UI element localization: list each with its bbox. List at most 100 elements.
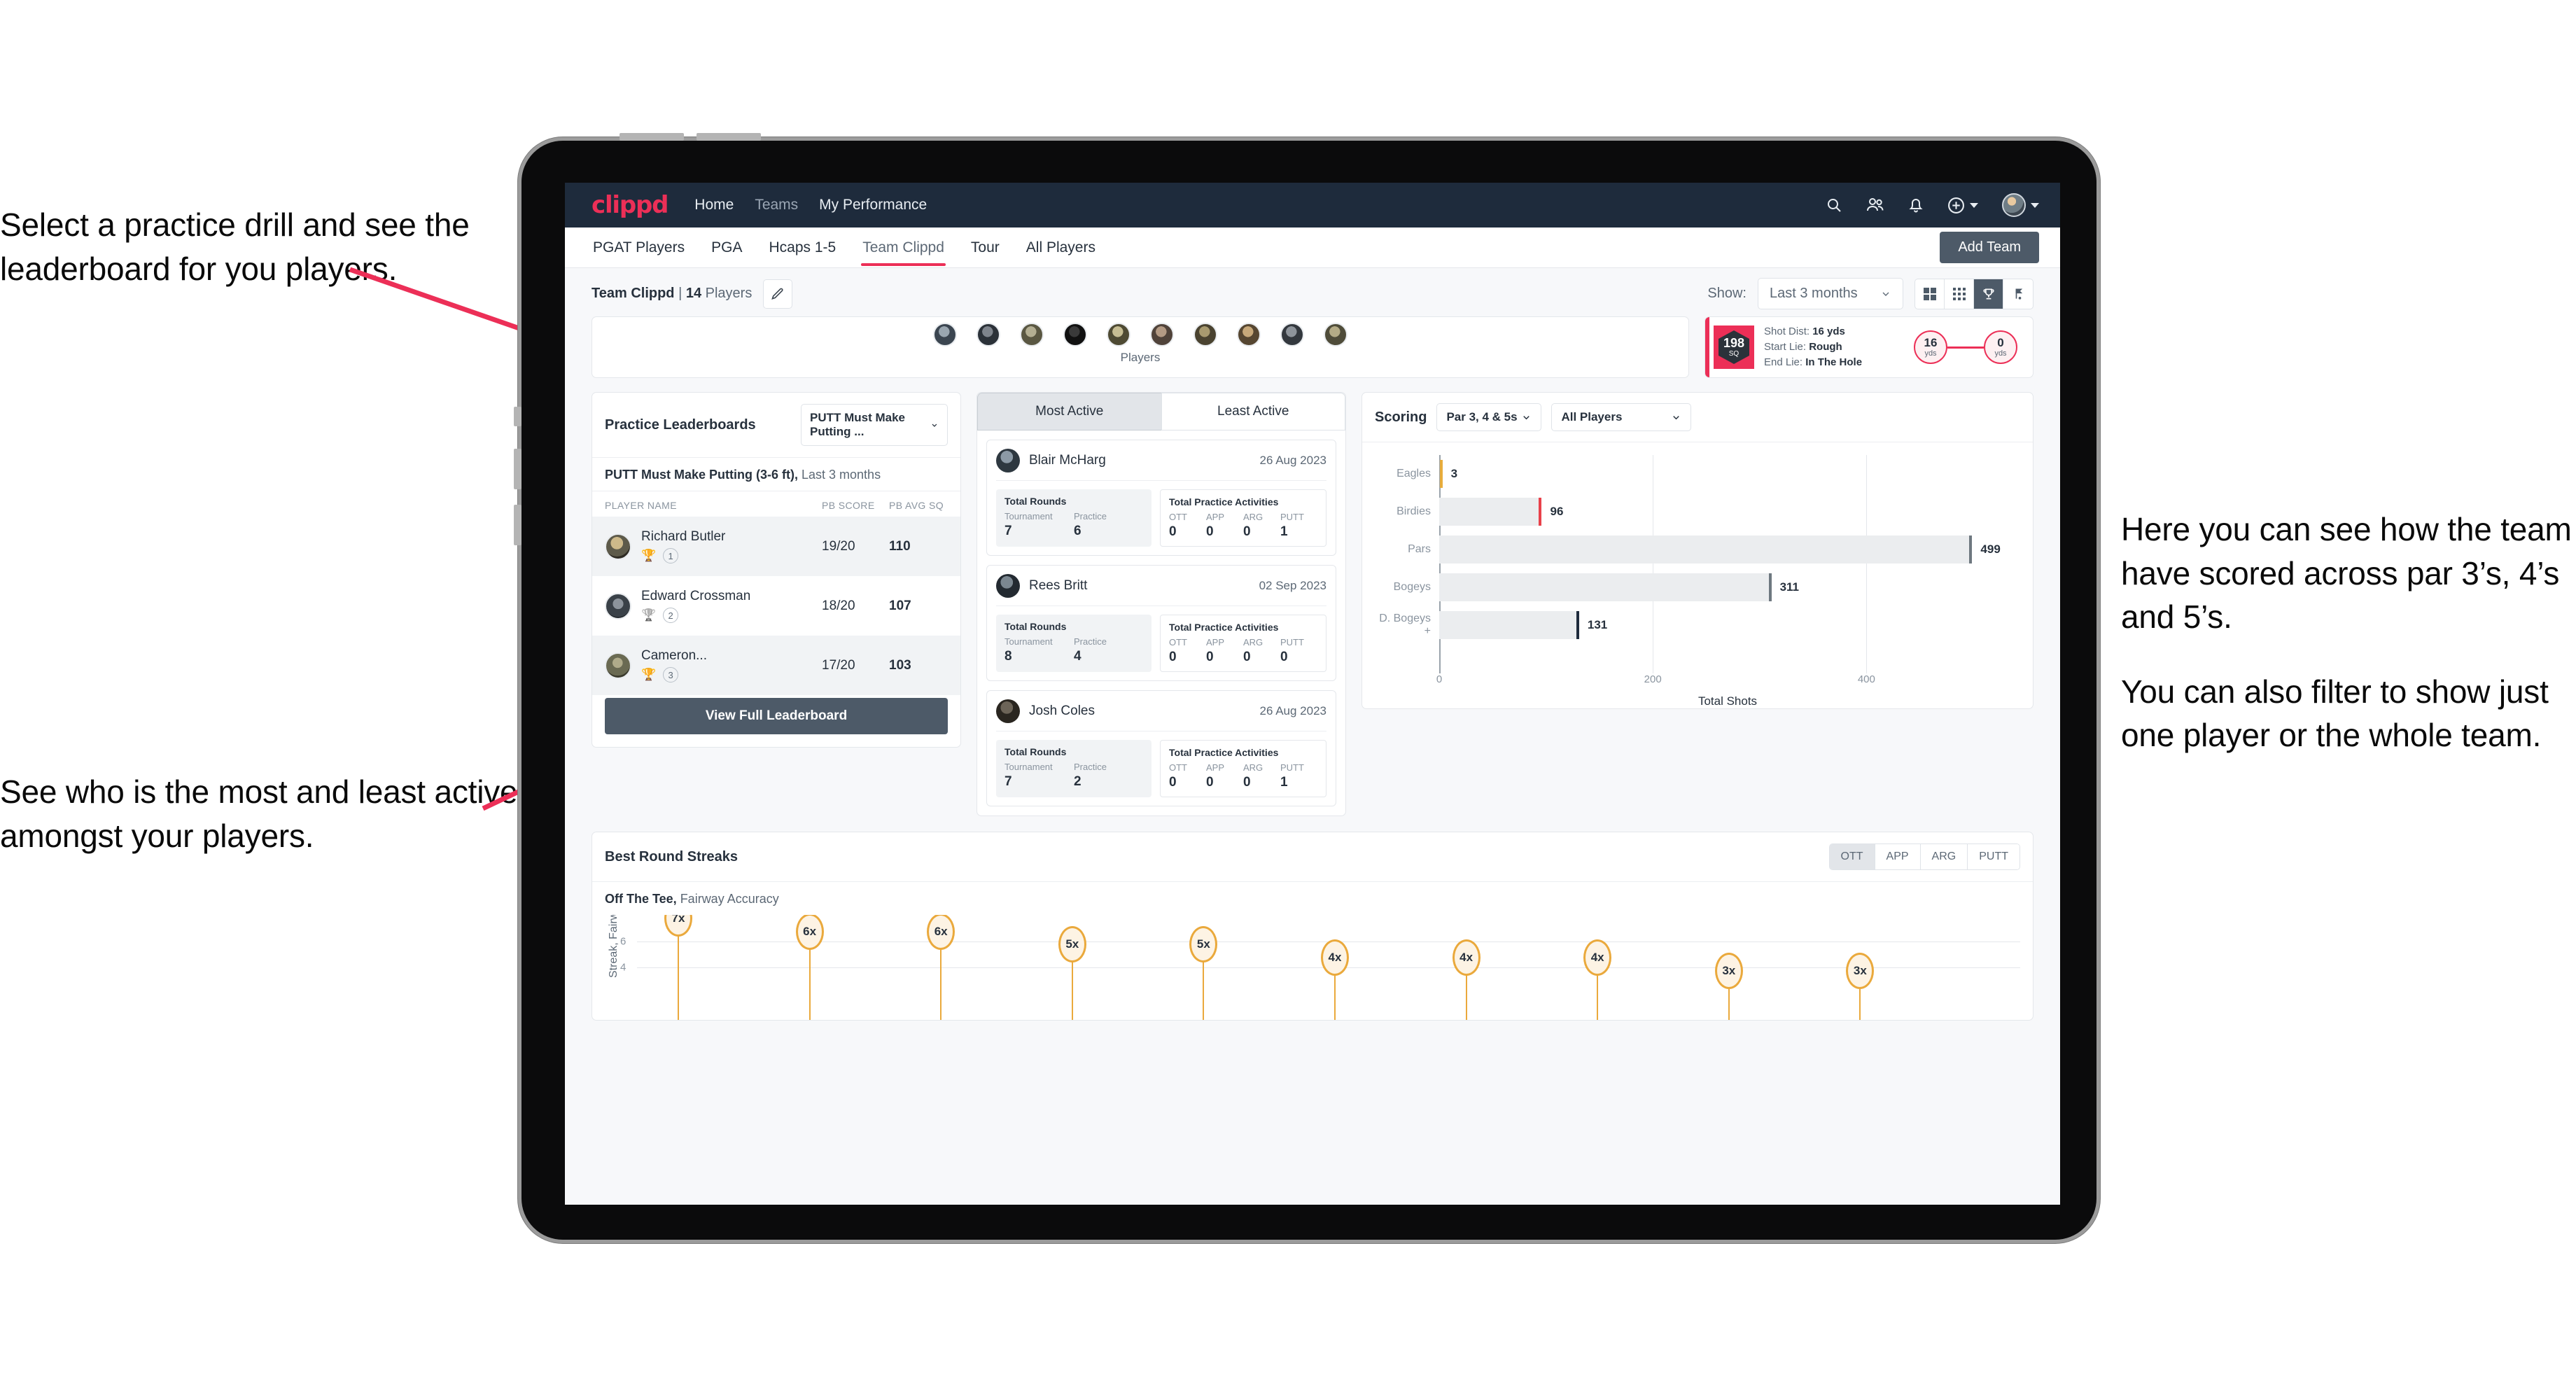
trophy-icon: 🏆	[641, 668, 657, 681]
streaks-value-bubble: 5x	[1189, 926, 1218, 963]
practice-metric: OTT 0	[1169, 637, 1206, 665]
avatar[interactable]	[1237, 323, 1261, 346]
total-practice-title: Total Practice Activities	[1169, 747, 1279, 758]
streaks-lollipop[interactable]: 5x	[1058, 926, 1086, 1020]
streaks-tab-app[interactable]: APP	[1875, 844, 1921, 869]
tab-most-active[interactable]: Most Active	[977, 393, 1161, 430]
tab-least-active[interactable]: Least Active	[1161, 393, 1345, 430]
players-filter-select[interactable]: All Players	[1551, 403, 1692, 431]
activity-stats: Total Rounds Tournament 7 Practice 2 Total Pr…	[996, 740, 1326, 797]
show-range-select[interactable]: Last 3 months	[1758, 278, 1903, 309]
scoring-header: Scoring Par 3, 4 & 5s All Players	[1362, 393, 2033, 442]
people-icon[interactable]	[1866, 197, 1884, 214]
streaks-tab-arg[interactable]: ARG	[1920, 844, 1968, 869]
list-item[interactable]: Rees Britt 02 Sep 2023 Total Rounds Tournam…	[986, 565, 1336, 681]
practice-metric-value: 1	[1280, 524, 1288, 539]
tab-pgat-players[interactable]: PGAT Players	[592, 228, 686, 267]
status-badge: 1	[663, 548, 679, 564]
streaks-tab-ott[interactable]: OTT	[1829, 844, 1875, 869]
flag-icon[interactable]	[2003, 279, 2033, 309]
streaks-lollipop[interactable]: 7x	[664, 915, 692, 1020]
activity-stats: Total Rounds Tournament 7 Practice 6 Total Pr…	[996, 489, 1326, 547]
streaks-title: Best Round Streaks	[605, 848, 738, 864]
practice-metric-key: OTT	[1169, 637, 1187, 648]
avatar[interactable]	[1020, 323, 1044, 346]
chart-bar	[1439, 460, 1443, 488]
grid-large-icon[interactable]	[1915, 279, 1945, 309]
players-card: Players	[592, 316, 1689, 378]
scoring-title: Scoring	[1375, 409, 1427, 425]
table-row[interactable]: Cameron... 🏆 3 17/20 103	[592, 636, 960, 695]
streaks-header: Best Round Streaks OTT APP ARG PUTT	[592, 832, 2033, 882]
streaks-lollipop[interactable]: 4x	[1321, 939, 1349, 1020]
pencil-icon[interactable]	[763, 279, 793, 309]
streaks-value-bubble: 4x	[1583, 939, 1612, 976]
activity-player-name: Rees Britt	[1029, 578, 1088, 593]
tab-team-clippd[interactable]: Team Clippd	[861, 228, 946, 267]
avatar[interactable]	[2002, 193, 2026, 217]
avatar[interactable]	[1150, 323, 1174, 346]
avatar[interactable]	[1107, 323, 1130, 346]
list-item[interactable]: Josh Coles 26 Aug 2023 Total Rounds Tournam…	[986, 690, 1336, 806]
streaks-lollipop[interactable]: 3x	[1714, 952, 1743, 1020]
plus-circle-icon[interactable]	[1947, 197, 1978, 214]
chevron-down-icon-avatar[interactable]	[2031, 202, 2039, 208]
avatar[interactable]	[976, 323, 1000, 346]
nav-link-teams[interactable]: Teams	[755, 197, 798, 214]
streaks-value-bubble: 5x	[1058, 926, 1086, 963]
search-icon[interactable]	[1826, 197, 1842, 214]
start-lie-key: Start Lie:	[1764, 341, 1807, 354]
avatar[interactable]	[1194, 323, 1217, 346]
tab-pga[interactable]: PGA	[710, 228, 743, 267]
par-filter-select[interactable]: Par 3, 4 & 5s	[1436, 403, 1542, 431]
tab-tour[interactable]: Tour	[969, 228, 1001, 267]
annotation-scoring-text-2: You can also filter to show just one pla…	[2121, 673, 2549, 754]
total-rounds-values: Tournament 7 Practice 6	[1004, 511, 1143, 539]
practice-metric-value: 1	[1280, 775, 1288, 790]
rounds-metric-value: 7	[1004, 774, 1012, 789]
practice-metric-key: APP	[1206, 637, 1225, 648]
show-label: Show:	[1707, 286, 1746, 301]
table-row[interactable]: Edward Crossman 🏆 2 18/20 107	[592, 576, 960, 636]
tab-all-players[interactable]: All Players	[1025, 228, 1097, 267]
streaks-tab-putt[interactable]: PUTT	[1968, 844, 2019, 869]
trophy-icon[interactable]	[1974, 279, 2003, 309]
drill-select[interactable]: PUTT Must Make Putting ...	[801, 404, 948, 446]
streaks-lollipop[interactable]: 3x	[1846, 952, 1875, 1020]
nav-link-home[interactable]: Home	[694, 197, 734, 214]
streaks-lollipop[interactable]: 6x	[927, 915, 955, 1020]
streaks-lollipop[interactable]: 5x	[1189, 926, 1218, 1020]
add-team-button[interactable]: Add Team	[1940, 232, 2039, 263]
streaks-lollipop[interactable]: 6x	[795, 915, 824, 1020]
start-distance-circle: 16 yds	[1914, 330, 1947, 364]
practice-metric: ARG 0	[1243, 637, 1280, 665]
bell-icon[interactable]	[1908, 197, 1924, 214]
streaks-lollipop[interactable]: 4x	[1452, 939, 1480, 1020]
players-filter-value: All Players	[1561, 410, 1623, 424]
clippd-logo[interactable]: clippd	[592, 191, 668, 219]
leaderboard-pb-avg: 110	[889, 538, 911, 554]
scoring-x-axis: 0 200 400	[1436, 673, 2016, 692]
annotation-most-least-active-text: See who is the most and least active amo…	[0, 774, 518, 854]
rounds-metric-value: 8	[1004, 649, 1012, 664]
nav-link-my-performance[interactable]: My Performance	[819, 197, 927, 214]
avatar-menu[interactable]	[2002, 193, 2039, 217]
avatar[interactable]	[933, 323, 957, 346]
chart-bar-value: 499	[1980, 542, 2001, 556]
avatar[interactable]	[1324, 323, 1348, 346]
view-full-leaderboard-button[interactable]: View Full Leaderboard	[605, 698, 948, 734]
avatar[interactable]	[1280, 323, 1304, 346]
list-item[interactable]: Blair McHarg 26 Aug 2023 Total Rounds Tourn…	[986, 440, 1336, 556]
streaks-lollipop[interactable]: 4x	[1583, 939, 1612, 1020]
total-rounds-box: Total Rounds Tournament 7 Practice 6	[996, 489, 1152, 547]
chevron-down-icon-plus[interactable]	[1970, 202, 1978, 208]
table-row[interactable]: Richard Butler 🏆 1 19/20 110	[592, 517, 960, 576]
avatar[interactable]	[1063, 323, 1087, 346]
practice-metric: APP 0	[1206, 762, 1243, 790]
chart-bar-track: 3	[1439, 455, 2016, 493]
leaderboard-pb-avg: 107	[889, 598, 911, 613]
practice-metric-value: 0	[1206, 775, 1214, 790]
activity-stats: Total Rounds Tournament 8 Practice 4 Total Pr…	[996, 615, 1326, 672]
tab-hcaps-1-5[interactable]: Hcaps 1-5	[767, 228, 837, 267]
grid-small-icon[interactable]	[1945, 279, 1974, 309]
